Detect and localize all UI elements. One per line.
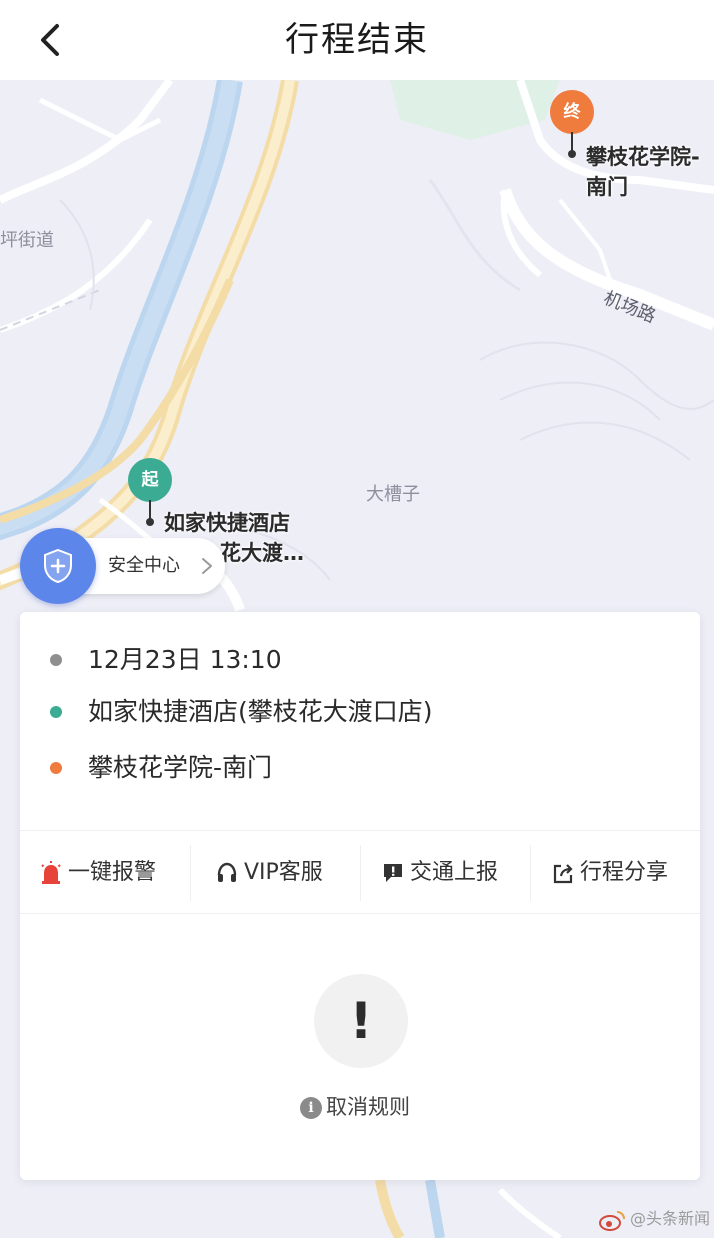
alarm-siren-icon	[41, 861, 61, 884]
vip-service-button[interactable]: VIP客服	[216, 831, 366, 915]
trip-destination: 攀枝花学院-南门	[88, 753, 273, 782]
emergency-alarm-button[interactable]: 一键报警	[40, 831, 190, 915]
traffic-report-button[interactable]: 交通上报	[382, 831, 532, 915]
trip-actions-bar: 一键报警 VIP客服 交通上报 行程分享	[20, 830, 700, 914]
action-divider	[190, 845, 191, 901]
trip-origin: 如家快捷酒店(攀枝花大渡口店)	[88, 697, 433, 726]
safety-center-button[interactable]: 安全中心	[20, 528, 225, 604]
clock-icon	[50, 654, 62, 666]
trip-summary-card: 12月23日 13:10 如家快捷酒店(攀枝花大渡口店) 攀枝花学院-南门 一键…	[20, 612, 700, 1180]
share-icon	[553, 864, 573, 884]
action-divider	[360, 845, 361, 901]
cancel-rule-label: 取消规则	[326, 1095, 410, 1119]
end-place-line2: 南门	[586, 175, 628, 199]
trip-time: 12月23日 13:10	[88, 645, 282, 674]
chevron-right-icon	[202, 558, 212, 574]
end-place-name: 攀枝花学院- 南门	[586, 142, 700, 202]
shield-glyph	[44, 548, 72, 584]
origin-dot-icon	[50, 706, 62, 718]
page-title: 行程结束	[285, 20, 429, 60]
emergency-alarm-label: 一键报警	[68, 860, 157, 885]
map-label-area: 大槽子	[366, 484, 420, 505]
headset-icon	[217, 862, 237, 882]
vip-service-label: VIP客服	[244, 860, 323, 885]
trip-time-row: 12月23日 13:10	[20, 638, 700, 678]
end-place-line1: 攀枝花学院-	[586, 145, 700, 169]
watermark-text: @头条新闻	[629, 1209, 710, 1228]
watermark: @头条新闻	[598, 1204, 710, 1234]
start-pin-dot	[146, 518, 154, 526]
end-pin-dot	[568, 150, 576, 158]
traffic-report-label: 交通上报	[410, 860, 499, 885]
shield-plus-icon[interactable]	[20, 528, 96, 604]
safety-center-label: 安全中心	[108, 555, 180, 576]
info-icon: i	[300, 1097, 322, 1119]
end-pin-head: 终	[550, 90, 594, 134]
report-flag-icon	[384, 864, 402, 882]
trip-destination-row: 攀枝花学院-南门	[20, 746, 700, 786]
weibo-logo-icon	[598, 1210, 625, 1231]
trip-share-button[interactable]: 行程分享	[552, 831, 692, 915]
destination-dot-icon	[50, 762, 62, 774]
navigation-bar: 行程结束	[0, 0, 714, 80]
action-divider	[530, 845, 531, 901]
cancel-rule-link[interactable]: i 取消规则	[300, 1090, 410, 1124]
map-label-street: 坪街道	[0, 230, 54, 251]
trip-origin-row: 如家快捷酒店(攀枝花大渡口店)	[20, 690, 700, 730]
start-pin-head: 起	[128, 458, 172, 502]
trip-share-label: 行程分享	[580, 860, 669, 885]
exclamation-icon: !	[314, 974, 408, 1068]
